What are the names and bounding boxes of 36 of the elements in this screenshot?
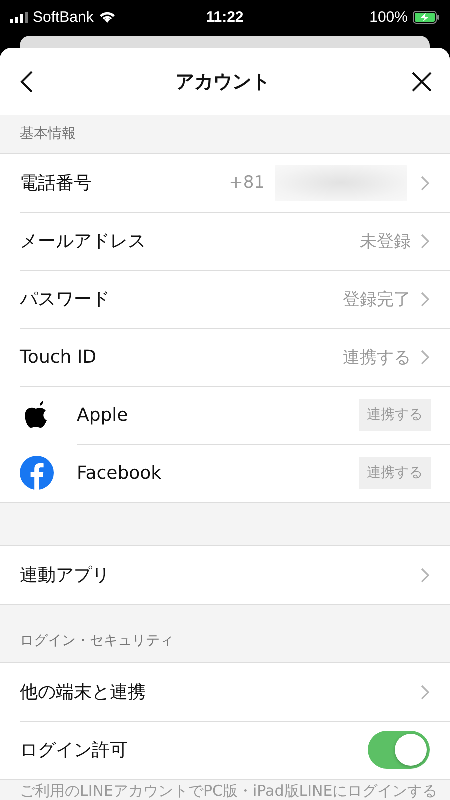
chevron-icon [421,350,430,364]
toggle-switch[interactable] [368,731,430,769]
row-label: パスワード [20,288,111,311]
chevron-icon [421,684,430,700]
chevron-icon [421,234,430,248]
chevron-icon [421,568,430,582]
row-label: 連動アプリ [20,564,111,587]
facebook-icon [20,456,54,490]
row-value: 登録完了 [343,288,411,310]
row-value: 連携する [343,346,411,368]
row-label: 他の端末と連携 [20,681,147,704]
row-label: Apple [77,404,130,426]
page-title: アカウント [176,70,270,94]
carrier-name: SoftBank [33,8,94,26]
settings-row[interactable]: 他の端末と連携 [0,663,450,721]
battery-percent: 100% [370,8,408,26]
row-label: Facebook [77,462,163,484]
settings-row[interactable]: メールアドレス 未登録 [0,212,450,270]
signal-icon [10,12,28,22]
chevron-icon [421,176,430,190]
wifi-icon [98,11,116,23]
row-label: メールアドレス [20,230,147,253]
chevron-icon [421,292,430,306]
battery-charging-icon [412,10,440,24]
footer-text: ご利用のLINEアカウントでPC版・iPad版LINEにログインする [20,782,438,800]
status-time: 11:22 [206,8,244,26]
row-value: +81 [229,173,265,193]
row-label: ログイン許可 [20,739,129,762]
row-value: 未登録 [360,230,411,252]
settings-row[interactable]: 連動アプリ [0,546,450,604]
apple-icon [24,401,48,429]
row-label: Touch ID [20,346,98,368]
settings-row[interactable]: パスワード 登録完了 [0,270,450,328]
settings-row[interactable]: Touch ID 連携する [0,328,450,386]
settings-row[interactable]: 電話番号 +81 [0,154,450,212]
row-label: 電話番号 [20,172,93,195]
